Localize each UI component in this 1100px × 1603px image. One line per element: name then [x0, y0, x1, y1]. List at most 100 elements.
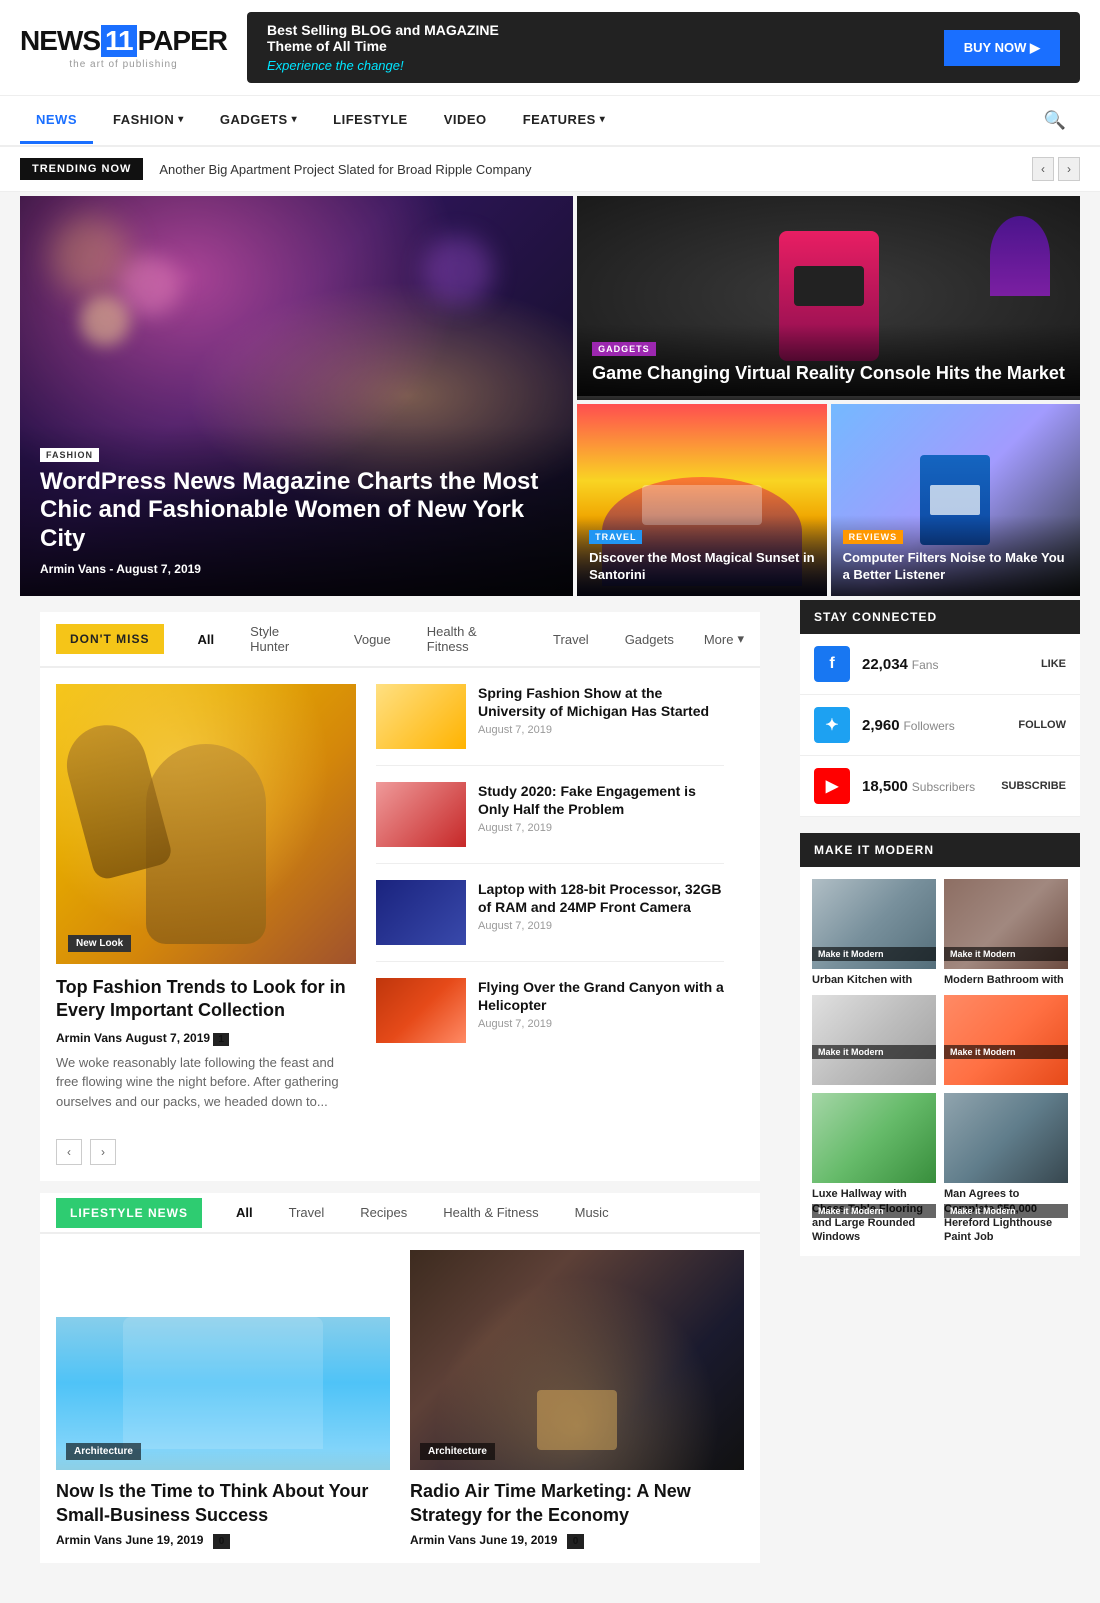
- nav-item-lifestyle[interactable]: LIFESTYLE: [317, 98, 424, 144]
- ls-tab-health[interactable]: Health & Fitness: [433, 1193, 548, 1234]
- hero-gadgets-article[interactable]: GADGETS Game Changing Virtual Reality Co…: [577, 196, 1080, 400]
- article-title[interactable]: Spring Fashion Show at the University of…: [478, 684, 724, 720]
- article-thumbnail[interactable]: [376, 684, 466, 749]
- pagination-next[interactable]: ›: [90, 1139, 116, 1165]
- article-thumbnail[interactable]: [376, 880, 466, 945]
- site-logo[interactable]: NEWS 11 PAPER the art of publishing: [20, 25, 227, 70]
- nav-item-features[interactable]: FEATURES ▾: [507, 98, 622, 144]
- sidebar: STAY CONNECTED f 22,034 Fans LIKE ✦ 2,96…: [800, 600, 1080, 1583]
- tab-health-fitness[interactable]: Health & Fitness: [417, 612, 527, 668]
- chevron-down-icon: ▾: [737, 631, 744, 647]
- comment-count: 0: [213, 1534, 231, 1549]
- facebook-count: 22,034: [862, 656, 908, 673]
- ad-buy-button[interactable]: BUY NOW ▶: [944, 30, 1060, 66]
- modern-item[interactable]: Make it Modern Man Agrees to Complete $5…: [944, 1093, 1068, 1244]
- hero-main-article[interactable]: FASHION WordPress News Magazine Charts t…: [20, 196, 573, 596]
- modern-item-image: [944, 995, 1068, 1085]
- article-title[interactable]: Laptop with 128-bit Processor, 32GB of R…: [478, 880, 724, 916]
- hero-main-category: FASHION: [40, 448, 99, 462]
- article-title[interactable]: Study 2020: Fake Engagement is Only Half…: [478, 782, 724, 818]
- hero-main-title: WordPress News Magazine Charts the Most …: [40, 468, 553, 554]
- list-item: Study 2020: Fake Engagement is Only Half…: [376, 782, 724, 864]
- modern-item-image: [812, 995, 936, 1085]
- trending-prev-button[interactable]: ‹: [1032, 157, 1054, 181]
- youtube-subscribers-label: Subscribers: [912, 780, 975, 794]
- hero-main-date: August 7, 2019: [116, 562, 201, 576]
- tab-style-hunter[interactable]: Style Hunter: [240, 612, 328, 668]
- stay-connected-widget: STAY CONNECTED f 22,034 Fans LIKE ✦ 2,96…: [800, 600, 1080, 817]
- chevron-down-icon: ▾: [292, 114, 298, 125]
- ls-tab-travel[interactable]: Travel: [279, 1193, 335, 1234]
- comment-count: 0: [567, 1534, 585, 1549]
- facebook-stats: 22,034 Fans: [862, 656, 1029, 673]
- modern-item[interactable]: Make it Modern: [812, 995, 936, 1085]
- lifestyle-header: LIFESTYLE NEWS All Travel Recipes Health…: [40, 1193, 760, 1234]
- lifestyle-card-author: Armin Vans June 19, 2019 0: [410, 1533, 744, 1547]
- hero-main-overlay: FASHION WordPress News Magazine Charts t…: [20, 425, 573, 596]
- tab-vogue[interactable]: Vogue: [344, 620, 401, 661]
- twitter-follow-button[interactable]: FOLLOW: [1018, 719, 1066, 731]
- trending-text[interactable]: Another Big Apartment Project Slated for…: [159, 162, 1016, 177]
- facebook-like-button[interactable]: LIKE: [1041, 658, 1066, 670]
- nav-item-news[interactable]: NEWS: [20, 98, 93, 144]
- nav-item-video[interactable]: VIDEO: [428, 98, 503, 144]
- make-modern-grid: Make it Modern Urban Kitchen with Make i…: [800, 867, 1080, 1256]
- youtube-icon: ▶: [814, 768, 850, 804]
- more-dropdown[interactable]: More ▾: [704, 631, 744, 647]
- article-thumbnail[interactable]: [376, 782, 466, 847]
- modern-item[interactable]: Make it Modern: [944, 995, 1068, 1085]
- modern-item[interactable]: Make it Modern Urban Kitchen with: [812, 879, 936, 987]
- modern-item[interactable]: Make it Modern Luxe Hallway with Chess T…: [812, 1093, 936, 1244]
- tab-travel[interactable]: Travel: [543, 620, 599, 661]
- search-button[interactable]: 🔍: [1030, 96, 1080, 145]
- modern-item-tag: Make it Modern: [812, 1045, 936, 1059]
- site-header: NEWS 11 PAPER the art of publishing Best…: [0, 0, 1100, 96]
- article-title[interactable]: Flying Over the Grand Canyon with a Heli…: [478, 978, 724, 1014]
- featured-info: Top Fashion Trends to Look for in Every …: [56, 964, 356, 1123]
- modern-item-title: Urban Kitchen with: [812, 973, 936, 987]
- trending-next-button[interactable]: ›: [1058, 157, 1080, 181]
- hero-gadgets-category: GADGETS: [592, 342, 656, 356]
- lifestyle-card-title: Radio Air Time Marketing: A New Strategy…: [410, 1480, 744, 1527]
- ad-subtitle: Experience the change!: [267, 58, 499, 73]
- youtube-count: 18,500: [862, 778, 908, 795]
- modern-item-tag: Make it Modern: [944, 1204, 1068, 1218]
- tab-gadgets[interactable]: Gadgets: [615, 620, 684, 661]
- ls-tab-all[interactable]: All: [226, 1193, 263, 1234]
- logo-number: 11: [101, 25, 137, 57]
- hero-gadgets-overlay: GADGETS Game Changing Virtual Reality Co…: [577, 324, 1080, 400]
- featured-author: Armin Vans August 7, 2019 1: [56, 1031, 356, 1045]
- article-thumbnail[interactable]: [376, 978, 466, 1043]
- featured-title[interactable]: Top Fashion Trends to Look for in Every …: [56, 976, 356, 1023]
- lifestyle-card[interactable]: Architecture Now Is the Time to Think Ab…: [56, 1250, 390, 1547]
- ad-copy: Best Selling BLOG and MAGAZINE Theme of …: [267, 22, 499, 73]
- facebook-icon: f: [814, 646, 850, 682]
- make-it-modern-widget: MAKE IT MODERN Make it Modern Urban Kitc…: [800, 833, 1080, 1256]
- lifestyle-card[interactable]: Architecture Radio Air Time Marketing: A…: [410, 1250, 744, 1547]
- pagination-prev[interactable]: ‹: [56, 1139, 82, 1165]
- lifestyle-label: LIFESTYLE NEWS: [56, 1198, 202, 1228]
- ls-tab-music[interactable]: Music: [565, 1193, 619, 1234]
- nav-item-gadgets[interactable]: GADGETS ▾: [204, 98, 313, 144]
- featured-article-image[interactable]: New Look: [56, 684, 356, 964]
- lifestyle-grid: Architecture Now Is the Time to Think Ab…: [40, 1234, 760, 1563]
- ls-tab-recipes[interactable]: Recipes: [350, 1193, 417, 1234]
- modern-item-title: Modern Bathroom with: [944, 973, 1068, 987]
- hero-reviews-article[interactable]: REVIEWS Computer Filters Noise to Make Y…: [831, 404, 1080, 596]
- trending-bar: TRENDING NOW Another Big Apartment Proje…: [0, 147, 1100, 192]
- hero-right-column: GADGETS Game Changing Virtual Reality Co…: [577, 196, 1080, 596]
- dont-miss-label: DON'T MISS: [56, 624, 164, 654]
- lifestyle-card-image: Architecture: [56, 1250, 390, 1470]
- modern-item[interactable]: Make it Modern Modern Bathroom with: [944, 879, 1068, 987]
- chevron-down-icon: ▾: [178, 114, 184, 125]
- logo-text-2: PAPER: [138, 25, 227, 57]
- trending-navigation: ‹ ›: [1032, 157, 1080, 181]
- nav-item-fashion[interactable]: FASHION ▾: [97, 98, 200, 144]
- twitter-count: 2,960: [862, 717, 900, 734]
- lifestyle-card-image: Architecture: [410, 1250, 744, 1470]
- hero-travel-article[interactable]: TRAVEL Discover the Most Magical Sunset …: [577, 404, 826, 596]
- facebook-fans-label: Fans: [912, 658, 939, 672]
- tab-all[interactable]: All: [188, 620, 225, 661]
- youtube-subscribe-button[interactable]: SUBSCRIBE: [1001, 780, 1066, 792]
- trending-label: TRENDING NOW: [20, 158, 143, 180]
